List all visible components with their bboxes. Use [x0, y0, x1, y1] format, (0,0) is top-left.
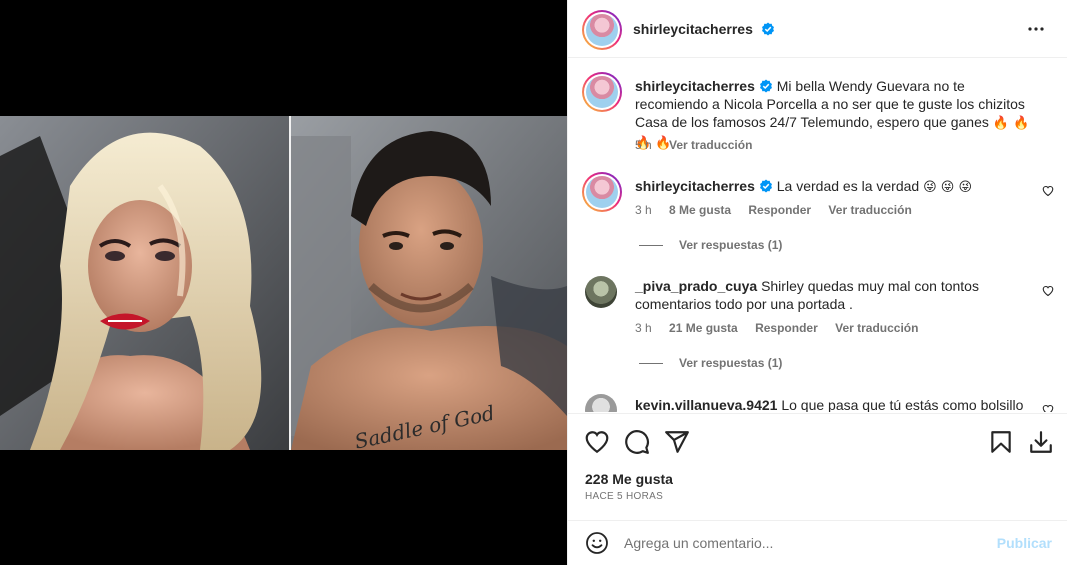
view-replies-label: Ver respuestas (1) — [679, 238, 783, 252]
view-replies-label: Ver respuestas (1) — [679, 356, 783, 370]
comment-translate-link[interactable]: Ver traducción — [835, 321, 918, 335]
comment-likes[interactable]: 21 Me gusta — [669, 321, 738, 335]
author-username[interactable]: shirleycitacherres — [633, 21, 753, 37]
comment-avatar[interactable] — [585, 394, 617, 412]
comment-text-block: shirleycitacherres La verdad es la verda… — [635, 177, 1035, 197]
like-comment-heart-icon[interactable] — [1042, 185, 1054, 197]
like-comment-heart-icon[interactable] — [1042, 285, 1054, 297]
bookmark-icon[interactable] — [988, 429, 1014, 455]
comment-time: 3 h — [635, 203, 652, 217]
photo-woman — [0, 116, 289, 450]
verified-icon — [759, 79, 772, 93]
comment-translate-link[interactable]: Ver traducción — [828, 203, 911, 217]
header-username-row: shirleycitacherres — [633, 21, 775, 37]
post-panel: shirleycitacherres shirleycitacherres Mi… — [567, 0, 1067, 565]
author-avatar[interactable] — [582, 10, 622, 50]
heart-icon[interactable] — [584, 429, 610, 455]
add-comment-bar: Publicar — [568, 520, 1067, 565]
comment-meta: 3 h 21 Me gusta Responder Ver traducción — [635, 321, 932, 335]
comment-username[interactable]: _piva_prado_cuya — [635, 278, 757, 294]
comment-text-block: kevin.villanueva.9421 Lo que pasa que tú… — [635, 396, 1035, 412]
download-icon[interactable] — [1028, 429, 1054, 455]
photo-man: Saddle of God — [291, 116, 567, 450]
comment-username[interactable]: shirleycitacherres — [635, 178, 755, 194]
comment-likes[interactable]: 8 Me gusta — [669, 203, 731, 217]
verified-icon — [759, 179, 772, 193]
caption-avatar[interactable] — [582, 72, 622, 112]
replies-line — [639, 245, 663, 247]
post-media[interactable]: Saddle of God — [0, 0, 567, 565]
verified-icon — [761, 22, 774, 36]
replies-line — [639, 363, 663, 365]
post-actions-bar — [568, 413, 1067, 473]
post-header: shirleycitacherres — [568, 0, 1067, 58]
likes-count[interactable]: 228 Me gusta — [585, 471, 673, 487]
comment-emojis: 😜 😜 😜 — [923, 180, 972, 195]
caption-time: 5 h — [635, 138, 652, 152]
reply-button[interactable]: Responder — [755, 321, 818, 335]
comment-text-block: _piva_prado_cuya Shirley quedas muy mal … — [635, 277, 1035, 313]
caption-meta: 5 h Ver traducción — [635, 138, 766, 152]
comments-list[interactable]: shirleycitacherres Mi bella Wendy Guevar… — [568, 59, 1067, 412]
post-image: Saddle of God — [0, 116, 567, 450]
publish-button[interactable]: Publicar — [997, 535, 1052, 551]
like-comment-heart-icon[interactable] — [1042, 404, 1054, 412]
post-timestamp: HACE 5 HORAS — [585, 491, 664, 502]
comment-input[interactable] — [624, 531, 984, 555]
view-replies-button[interactable]: Ver respuestas (1) — [639, 356, 782, 370]
more-options-icon[interactable] — [1024, 20, 1048, 38]
view-replies-button[interactable]: Ver respuestas (1) — [639, 238, 782, 252]
comment-avatar[interactable] — [582, 172, 622, 212]
caption-username[interactable]: shirleycitacherres — [635, 78, 755, 94]
comment-username[interactable]: kevin.villanueva.9421 — [635, 397, 777, 412]
emoji-icon[interactable] — [585, 531, 609, 555]
comment-text: La verdad es la verdad — [776, 178, 920, 194]
comment-text: Lo que pasa que tú estás como bolsillo — [781, 397, 1024, 412]
comment-time: 3 h — [635, 321, 652, 335]
comment-icon[interactable] — [624, 429, 650, 455]
reply-button[interactable]: Responder — [748, 203, 811, 217]
share-icon[interactable] — [664, 429, 690, 455]
caption-translate-link[interactable]: Ver traducción — [669, 138, 752, 152]
comment-meta: 3 h 8 Me gusta Responder Ver traducción — [635, 203, 926, 217]
comment-avatar[interactable] — [585, 276, 617, 308]
